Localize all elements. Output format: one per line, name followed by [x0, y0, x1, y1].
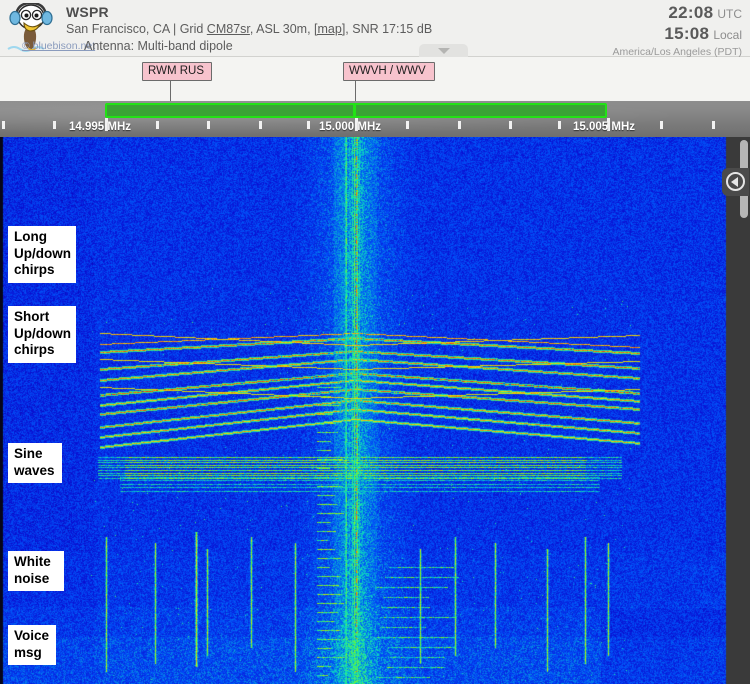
frequency-tick-label: 15.000 MHz	[319, 121, 382, 133]
chevron-down-icon	[438, 48, 450, 54]
passband-indicator[interactable]	[105, 103, 607, 118]
scale-tick	[53, 121, 56, 129]
local-time: 15:08	[664, 24, 710, 43]
asl-text: , ASL 30m,	[249, 22, 315, 36]
antenna-info: Antenna: Multi-band dipole	[84, 39, 233, 53]
frequency-scale[interactable]: 14.995 MHz 15.000 MHz 15.005 MHz	[0, 101, 750, 137]
grid-link[interactable]: CM87sr	[207, 22, 250, 36]
annotation-sine-waves: Sine waves	[8, 443, 62, 483]
header-identity: WSPR San Francisco, CA | Grid CM87sr, AS…	[66, 4, 432, 38]
scale-tick	[660, 121, 663, 129]
station-badge[interactable]: WWVH / WWV	[343, 62, 435, 81]
local-clock-row: 15:08 Local	[612, 24, 742, 45]
annotation-short-chirps: Short Up/down chirps	[8, 306, 76, 363]
wspr-waterfall-page: WSPR San Francisco, CA | Grid CM87sr, AS…	[0, 0, 750, 684]
scale-tick	[406, 121, 409, 129]
scale-tick	[307, 121, 310, 129]
station-label-strip: RWM RUS WWVH / WWV	[0, 57, 750, 101]
annotation-white-noise: White noise	[8, 551, 64, 591]
station-badge[interactable]: RWM RUS	[142, 62, 212, 81]
station-info-line: San Francisco, CA | Grid CM87sr, ASL 30m…	[66, 21, 432, 38]
side-panel-toggle-button[interactable]	[722, 168, 749, 196]
scale-tick	[156, 121, 159, 129]
scale-tick	[259, 121, 262, 129]
utc-time: 22:08	[668, 3, 714, 22]
app-header: WSPR San Francisco, CA | Grid CM87sr, AS…	[0, 0, 750, 59]
utc-label: UTC	[717, 7, 742, 21]
scale-tick	[2, 121, 5, 129]
scale-tick	[558, 121, 561, 129]
clock-panel: 22:08 UTC 15:08 Local America/Los Angeles …	[612, 3, 742, 59]
annotation-long-chirps: Long Up/down chirps	[8, 226, 76, 283]
scale-tick	[509, 121, 512, 129]
header-collapse-toggle[interactable]	[419, 44, 468, 57]
frequency-tick-label: 14.995 MHz	[69, 121, 132, 133]
vertical-scrollbar-track[interactable]	[738, 137, 750, 684]
station-leader-line	[170, 80, 171, 101]
utc-clock-row: 22:08 UTC	[612, 3, 742, 24]
local-label: Local	[713, 28, 742, 42]
station-leader-line	[355, 80, 356, 101]
map-link[interactable]: [map]	[314, 22, 345, 36]
scale-tick	[712, 121, 715, 129]
scale-tick	[207, 121, 210, 129]
waterfall-canvas[interactable]	[0, 137, 750, 684]
left-triangle-glyph	[731, 176, 738, 187]
annotation-voice-msg: Voice msg	[8, 625, 56, 665]
scale-tick	[458, 121, 461, 129]
frequency-tick-label: 15.005 MHz	[573, 121, 636, 133]
waterfall-display[interactable]: Long Up/down chirps Short Up/down chirps S…	[0, 137, 750, 684]
passband-center-marker	[353, 103, 356, 118]
page-title: WSPR	[66, 4, 109, 20]
snr-text: , SNR 17:15 dB	[345, 22, 433, 36]
location-text: San Francisco, CA | Grid	[66, 22, 207, 36]
